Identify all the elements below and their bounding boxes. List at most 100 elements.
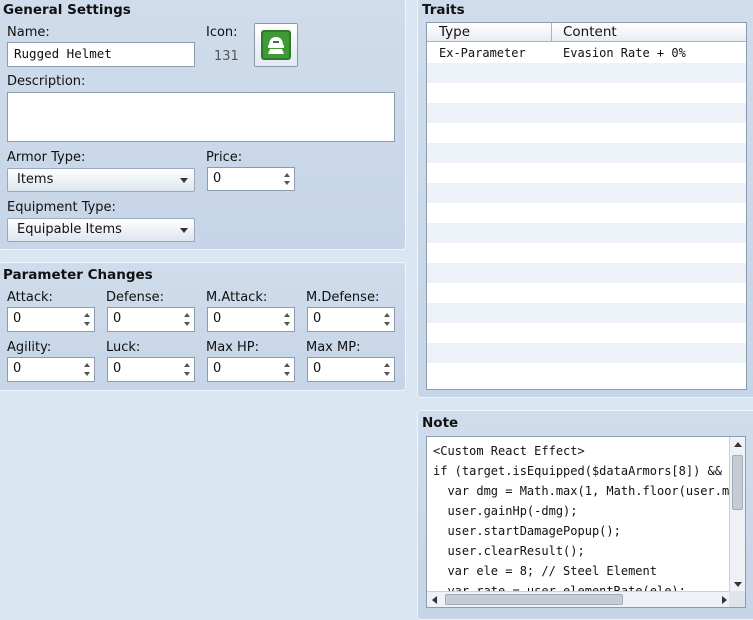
param-label: Luck: — [106, 340, 141, 355]
table-row[interactable] — [427, 263, 746, 283]
spin-down-icon[interactable] — [284, 322, 290, 326]
table-row[interactable] — [427, 363, 746, 383]
table-row[interactable] — [427, 323, 746, 343]
armor-type-select[interactable]: Items — [7, 168, 195, 192]
table-row[interactable] — [427, 203, 746, 223]
note-line: user.gainHp(-dmg); — [433, 504, 578, 518]
description-textarea[interactable] — [7, 92, 395, 142]
spin-up-icon[interactable] — [384, 313, 390, 317]
helmet-icon — [261, 30, 291, 60]
spin-up-icon[interactable] — [184, 313, 190, 317]
note-horizontal-scroll-thumb[interactable] — [445, 594, 623, 605]
param-value: 0 — [113, 311, 122, 326]
spin-down-icon[interactable] — [84, 372, 90, 376]
param-maxhp-spinbox[interactable]: 0 — [207, 357, 295, 382]
traits-table[interactable]: Type Content Ex-Parameter Evasion Rate +… — [426, 22, 747, 390]
table-row[interactable] — [427, 223, 746, 243]
spin-up-icon[interactable] — [84, 363, 90, 367]
traits-col-content[interactable]: Content — [563, 23, 617, 42]
param-maxmp-spinbox[interactable]: 0 — [307, 357, 395, 382]
note-vertical-scroll-thumb[interactable] — [732, 455, 743, 510]
scroll-down-icon[interactable] — [734, 582, 742, 587]
note-line: if (target.isEquipped($dataArmors[8]) &&… — [433, 464, 744, 478]
traits-title: Traits — [422, 2, 465, 18]
scrollbar-corner — [729, 591, 745, 607]
table-row[interactable] — [427, 283, 746, 303]
table-row[interactable] — [427, 343, 746, 363]
param-label: M.Attack: — [206, 290, 268, 305]
trait-type-cell: Ex-Parameter — [439, 46, 526, 60]
param-value: 0 — [313, 311, 322, 326]
param-label: Max HP: — [206, 340, 260, 355]
table-row[interactable] — [427, 143, 746, 163]
note-line: user.clearResult(); — [433, 544, 585, 558]
param-attack-spinbox[interactable]: 0 — [7, 307, 95, 332]
traits-col-type[interactable]: Type — [439, 23, 470, 42]
spin-up-icon[interactable] — [384, 363, 390, 367]
armor-type-value: Items — [17, 172, 54, 187]
price-value: 0 — [213, 171, 222, 186]
param-label: Agility: — [7, 340, 52, 355]
note-line: <Custom React Effect> — [433, 444, 585, 458]
param-value: 0 — [13, 311, 22, 326]
equipment-type-select[interactable]: Equipable Items — [7, 218, 195, 242]
name-input[interactable]: Rugged Helmet — [7, 42, 195, 67]
table-row[interactable] — [427, 83, 746, 103]
spin-up-icon[interactable] — [284, 313, 290, 317]
general-settings-title: General Settings — [3, 2, 131, 18]
table-row[interactable]: Ex-Parameter Evasion Rate + 0% — [427, 43, 746, 63]
spin-up-icon[interactable] — [184, 363, 190, 367]
spin-up-icon[interactable] — [284, 173, 290, 177]
table-row[interactable] — [427, 63, 746, 83]
note-line: var dmg = Math.max(1, Math.floor(user.mh… — [433, 484, 744, 498]
param-value: 0 — [213, 361, 222, 376]
icon-label: Icon: — [206, 25, 238, 40]
param-luck-spinbox[interactable]: 0 — [107, 357, 195, 382]
chevron-down-icon — [180, 228, 188, 233]
spin-up-icon[interactable] — [284, 363, 290, 367]
scroll-up-icon[interactable] — [734, 442, 742, 447]
note-line: user.startDamagePopup(); — [433, 524, 621, 538]
table-row[interactable] — [427, 243, 746, 263]
note-horizontal-scrollbar[interactable] — [427, 591, 731, 607]
spin-down-icon[interactable] — [184, 372, 190, 376]
param-value: 0 — [213, 311, 222, 326]
param-value: 0 — [313, 361, 322, 376]
note-vertical-scrollbar[interactable] — [729, 437, 745, 592]
name-label: Name: — [7, 25, 50, 40]
scroll-left-icon[interactable] — [432, 596, 437, 604]
param-agility-spinbox[interactable]: 0 — [7, 357, 95, 382]
table-row[interactable] — [427, 103, 746, 123]
note-line: var ele = 8; // Steel Element — [433, 564, 657, 578]
param-label: M.Defense: — [306, 290, 380, 305]
traits-header: Type Content — [427, 23, 746, 42]
table-row[interactable] — [427, 183, 746, 203]
price-label: Price: — [206, 150, 243, 165]
spin-down-icon[interactable] — [384, 322, 390, 326]
icon-picker-button[interactable] — [254, 23, 298, 67]
spin-down-icon[interactable] — [284, 372, 290, 376]
spin-down-icon[interactable] — [384, 372, 390, 376]
spin-down-icon[interactable] — [84, 322, 90, 326]
scroll-right-icon[interactable] — [722, 596, 727, 604]
equipment-type-label: Equipment Type: — [7, 200, 116, 215]
spin-up-icon[interactable] — [84, 313, 90, 317]
table-row[interactable] — [427, 163, 746, 183]
equipment-type-value: Equipable Items — [17, 222, 122, 237]
param-value: 0 — [113, 361, 122, 376]
param-mdefense-spinbox[interactable]: 0 — [307, 307, 395, 332]
param-label: Attack: — [7, 290, 53, 305]
price-spinbox[interactable]: 0 — [207, 167, 295, 191]
trait-content-cell: Evasion Rate + 0% — [563, 46, 686, 60]
param-defense-spinbox[interactable]: 0 — [107, 307, 195, 332]
param-label: Defense: — [106, 290, 164, 305]
spin-down-icon[interactable] — [284, 181, 290, 185]
table-row[interactable] — [427, 303, 746, 323]
chevron-down-icon — [180, 178, 188, 183]
column-divider — [551, 23, 552, 42]
table-row[interactable] — [427, 123, 746, 143]
param-mattack-spinbox[interactable]: 0 — [207, 307, 295, 332]
note-title: Note — [422, 415, 459, 431]
spin-down-icon[interactable] — [184, 322, 190, 326]
note-textarea[interactable]: <Custom React Effect> if (target.isEquip… — [426, 436, 746, 608]
